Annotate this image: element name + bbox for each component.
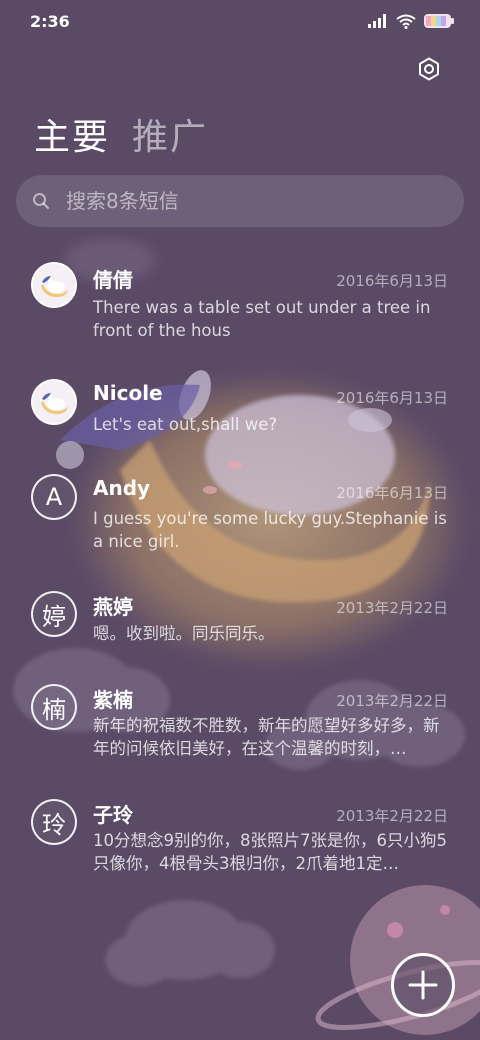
message-date: 2013年2月22日 — [336, 599, 448, 617]
message-preview: I guess you're some lucky guy.Stephanie … — [93, 509, 447, 551]
signal-icon — [368, 14, 386, 28]
message-date: 2016年6月13日 — [336, 272, 448, 290]
list-item[interactable]: 玲 子玲 2013年2月22日 10分想念9别的你，8张照片7张是你，6只小狗5… — [0, 787, 480, 897]
message-date: 2013年2月22日 — [336, 807, 448, 825]
message-preview: Let's eat out,shall we? — [93, 415, 278, 434]
status-icons — [368, 12, 454, 30]
contact-name: Andy — [93, 476, 151, 500]
contact-name: Nicole — [93, 381, 163, 405]
contact-name: 燕婷 — [93, 595, 133, 619]
message-preview: 新年的祝福数不胜数，新年的愿望好多好多，新年的问候依旧美好，在这个温馨的时刻，… — [93, 716, 440, 758]
avatar[interactable]: 婷 — [31, 591, 77, 637]
avatar[interactable]: 楠 — [31, 684, 77, 730]
tab-primary[interactable]: 主要 — [34, 108, 110, 160]
avatar[interactable]: 玲 — [31, 799, 77, 845]
battery-icon — [424, 14, 454, 28]
search-icon — [33, 193, 49, 209]
tab-promotions[interactable]: 推广 — [132, 108, 208, 160]
contact-name: 子玲 — [93, 803, 133, 827]
message-date: 2013年2月22日 — [336, 692, 448, 710]
search-input[interactable] — [64, 188, 464, 214]
list-item[interactable]: 楠 紫楠 2013年2月22日 新年的祝福数不胜数，新年的愿望好多好多，新年的问… — [0, 670, 480, 780]
avatar[interactable] — [31, 262, 77, 308]
message-date: 2016年6月13日 — [336, 484, 448, 502]
compose-button[interactable] — [391, 953, 455, 1017]
list-item[interactable]: 倩倩 2016年6月13日 There was a table set out … — [0, 250, 480, 360]
contact-name: 倩倩 — [93, 268, 133, 292]
tab-bar: 主要 推广 — [34, 108, 208, 160]
avatar[interactable] — [31, 379, 77, 425]
search-bar[interactable] — [16, 175, 464, 227]
gear-icon — [419, 57, 439, 81]
message-preview: There was a table set out under a tree i… — [93, 298, 431, 340]
list-item[interactable]: A Andy 2016年6月13日 I guess you're some lu… — [0, 460, 480, 570]
status-time: 2:36 — [30, 12, 70, 31]
contact-name: 紫楠 — [93, 688, 133, 712]
settings-button[interactable] — [414, 54, 444, 84]
bunny-moon-avatar-icon — [41, 393, 68, 415]
status-bar: 2:36 — [0, 0, 480, 44]
message-preview: 嗯。收到啦。同乐同乐。 — [93, 624, 275, 643]
message-preview: 10分想念9别的你，8张照片7张是你，6只小狗5只像你，4根骨头3根归你，2爪着… — [93, 831, 447, 873]
bunny-moon-avatar-icon — [41, 276, 68, 298]
plus-icon — [408, 970, 438, 1000]
avatar[interactable]: A — [31, 474, 77, 520]
message-date: 2016年6月13日 — [336, 389, 448, 407]
wifi-icon — [396, 14, 416, 29]
